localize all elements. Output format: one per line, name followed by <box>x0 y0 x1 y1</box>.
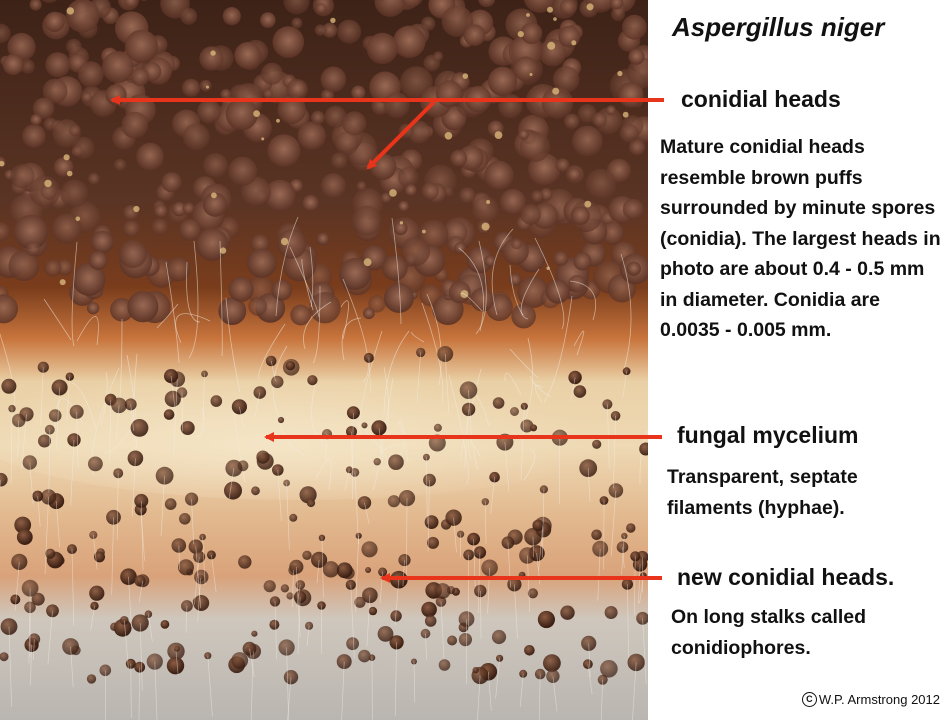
credit-text: W.P. Armstrong 2012 <box>818 692 940 707</box>
copyright-icon: C <box>801 692 817 707</box>
desc-new-conidial-heads: On long stalks called conidiophores. <box>671 606 867 659</box>
desc-fungal-mycelium: Transparent, septate filaments (hyphae). <box>667 466 858 519</box>
label-fungal-mycelium: fungal mycelium <box>677 422 859 448</box>
fungus-photo <box>0 0 648 720</box>
desc-conidial-heads: Mature conidial heads resemble brown puf… <box>660 136 941 341</box>
image-title: Aspergillus niger <box>672 12 885 42</box>
label-conidial-heads: conidial heads <box>681 86 841 112</box>
label-new-conidial-heads: new conidial heads. <box>677 564 895 590</box>
credit-line: C W.P. Armstrong 2012 <box>801 692 940 707</box>
